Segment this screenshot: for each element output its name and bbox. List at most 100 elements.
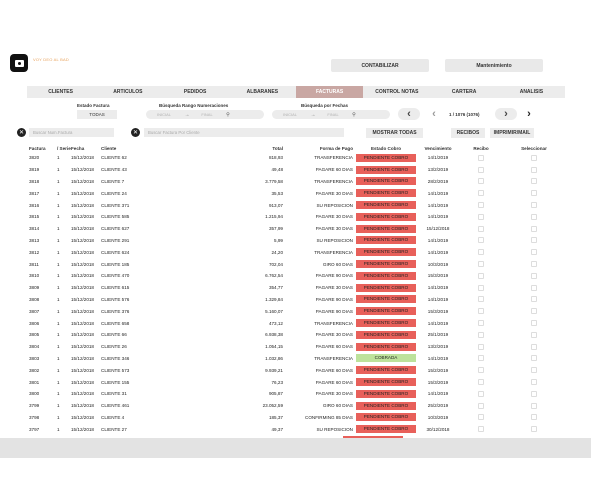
seleccionar-checkbox[interactable] xyxy=(531,367,537,374)
table-row[interactable]: 3815 1 15/12/2018 CLIENTE 585 1.215,94 PAGARE… xyxy=(27,211,565,223)
tab-facturas[interactable]: FACTURAS xyxy=(296,86,364,98)
table-row[interactable]: 3807 1 15/12/2018 CLIENTE 376 5.160,07 PAGARE… xyxy=(27,305,565,317)
search-num-factura-input[interactable]: Buscar Num.Factura xyxy=(29,128,114,137)
table-row[interactable]: 3818 1 15/12/2018 CLIENTE 7 3.779,58 TRANSFER… xyxy=(27,176,565,188)
seleccionar-checkbox[interactable] xyxy=(531,414,537,421)
recibo-checkbox[interactable] xyxy=(478,308,484,315)
table-row[interactable]: 3801 1 15/12/2018 CLIENTE 155 76,23 PAGARE 60… xyxy=(27,376,565,388)
magnifier-icon[interactable]: ⚲ xyxy=(222,112,234,118)
tab-cartera[interactable]: CARTERA xyxy=(431,86,498,98)
recibo-checkbox[interactable] xyxy=(478,154,484,161)
table-row[interactable]: 3802 1 15/12/2018 CLIENTE 573 9.939,21 PAGARE… xyxy=(27,364,565,376)
recibo-checkbox[interactable] xyxy=(478,249,484,256)
mostrar-todas-button[interactable]: MOSTRAR TODAS xyxy=(366,128,423,138)
tab-analisis[interactable]: ANALISIS xyxy=(498,86,565,98)
recibo-checkbox[interactable] xyxy=(478,331,484,338)
seleccionar-checkbox[interactable] xyxy=(531,402,537,409)
table-row[interactable]: 3814 1 15/12/2018 CLIENTE 627 357,99 PAGARE 3… xyxy=(27,223,565,235)
first-page-chevron-left-icon[interactable]: ‹ xyxy=(398,108,420,120)
tab-articulos[interactable]: ARTICULOS xyxy=(94,86,161,98)
seleccionar-checkbox[interactable] xyxy=(531,355,537,362)
seleccionar-checkbox[interactable] xyxy=(531,261,537,268)
seleccionar-checkbox[interactable] xyxy=(531,331,537,338)
seleccionar-checkbox[interactable] xyxy=(531,390,537,397)
table-row[interactable]: 3800 1 15/12/2018 CLIENTE 31 905,87 PAGARE 30… xyxy=(27,388,565,400)
estado-factura-select[interactable]: TODAS xyxy=(77,110,117,119)
table-row[interactable]: 3809 1 15/12/2018 CLIENTE 615 354,77 PAGARE 3… xyxy=(27,282,565,294)
seleccionar-checkbox[interactable] xyxy=(531,154,537,161)
recibo-checkbox[interactable] xyxy=(478,390,484,397)
recibo-checkbox[interactable] xyxy=(478,272,484,279)
prev-page-chevron-left-icon[interactable]: ‹ xyxy=(423,108,445,120)
recibo-checkbox[interactable] xyxy=(478,379,484,386)
search-cliente-input[interactable]: Buscar Factura Por Cliente xyxy=(144,128,344,137)
recibo-checkbox[interactable] xyxy=(478,343,484,350)
seleccionar-checkbox[interactable] xyxy=(531,426,537,433)
seleccionar-checkbox[interactable] xyxy=(531,320,537,327)
recibo-checkbox[interactable] xyxy=(478,213,484,220)
seleccionar-checkbox[interactable] xyxy=(531,202,537,209)
imprimir-mail-button[interactable]: IMPRIMIR/MAIL xyxy=(490,128,534,138)
recibo-checkbox[interactable] xyxy=(478,426,484,433)
table-row[interactable]: 3805 1 15/12/2018 CLIENTE 66 6.938,38 PAGARE … xyxy=(27,329,565,341)
fecha-final-input[interactable]: FINAL xyxy=(318,112,348,117)
mantenimiento-button[interactable]: Mantenimiento xyxy=(445,59,543,72)
rango-final-input[interactable]: FINAL xyxy=(192,112,222,117)
recibo-checkbox[interactable] xyxy=(478,284,484,291)
rango-inicial-input[interactable]: INICIAL xyxy=(146,112,182,117)
table-row[interactable]: 3816 1 15/12/2018 CLIENTE 371 913,07 SU REPOS… xyxy=(27,199,565,211)
recibo-checkbox[interactable] xyxy=(478,237,484,244)
tab-albaranes[interactable]: ALBARANES xyxy=(229,86,296,98)
tab-control-notas[interactable]: CONTROL NOTAS xyxy=(363,86,430,98)
table-row[interactable]: 3798 1 15/12/2018 CLIENTE 4 185,37 CONFIRMING… xyxy=(27,412,565,424)
seleccionar-checkbox[interactable] xyxy=(531,225,537,232)
recibo-checkbox[interactable] xyxy=(478,402,484,409)
seleccionar-checkbox[interactable] xyxy=(531,343,537,350)
recibo-checkbox[interactable] xyxy=(478,225,484,232)
recibos-button[interactable]: RECIBOS xyxy=(451,128,485,138)
table-row[interactable]: 3804 1 15/12/2018 CLIENTE 26 1.054,15 PAGARE … xyxy=(27,341,565,353)
table-row[interactable]: 3813 1 15/12/2018 CLIENTE 291 5,99 SU REPOSIC… xyxy=(27,235,565,247)
table-row[interactable]: 3806 1 15/12/2018 CLIENTE 658 473,12 TRANSFER… xyxy=(27,317,565,329)
clear-cliente-close-circle-icon[interactable]: ✕ xyxy=(131,128,140,137)
recibo-checkbox[interactable] xyxy=(478,355,484,362)
seleccionar-checkbox[interactable] xyxy=(531,166,537,173)
seleccionar-checkbox[interactable] xyxy=(531,178,537,185)
table-row[interactable]: 3811 1 15/12/2018 CLIENTE 185 702,04 GIRO 60 … xyxy=(27,258,565,270)
tab-pedidos[interactable]: PEDIDOS xyxy=(162,86,229,98)
recibo-checkbox[interactable] xyxy=(478,296,484,303)
table-row[interactable]: 3817 1 15/12/2018 CLIENTE 24 35,53 PAGARE 30 … xyxy=(27,187,565,199)
seleccionar-checkbox[interactable] xyxy=(531,296,537,303)
recibo-checkbox[interactable] xyxy=(478,178,484,185)
last-page-chevron-right-icon[interactable]: › xyxy=(518,108,540,120)
recibo-checkbox[interactable] xyxy=(478,320,484,327)
seleccionar-checkbox[interactable] xyxy=(531,284,537,291)
recibo-checkbox[interactable] xyxy=(478,190,484,197)
next-page-chevron-right-icon[interactable]: › xyxy=(495,108,517,120)
table-row[interactable]: 3819 1 15/12/2018 CLIENTE 43 49,48 PAGARE 60 … xyxy=(27,164,565,176)
table-row[interactable]: 3808 1 15/12/2018 CLIENTE 576 1.329,84 PAGARE… xyxy=(27,294,565,306)
table-row[interactable]: 3810 1 15/12/2018 CLIENTE 470 6.762,54 PAGARE… xyxy=(27,270,565,282)
recibo-checkbox[interactable] xyxy=(478,414,484,421)
table-row[interactable]: 3812 1 15/12/2018 CLIENTE 624 24,20 TRANSFERE… xyxy=(27,246,565,258)
seleccionar-checkbox[interactable] xyxy=(531,272,537,279)
seleccionar-checkbox[interactable] xyxy=(531,379,537,386)
seleccionar-checkbox[interactable] xyxy=(531,308,537,315)
seleccionar-checkbox[interactable] xyxy=(531,213,537,220)
magnifier-icon[interactable]: ⚲ xyxy=(348,112,360,118)
seleccionar-checkbox[interactable] xyxy=(531,237,537,244)
table-row[interactable]: 3799 1 15/12/2018 CLIENTE 461 23.052,59 GIRO … xyxy=(27,400,565,412)
seleccionar-checkbox[interactable] xyxy=(531,190,537,197)
table-row[interactable]: 3820 1 15/12/2018 CLIENTE 62 818,93 TRANSFERE… xyxy=(27,152,565,164)
table-row[interactable]: 3803 1 15/12/2018 CLIENTE 346 1.032,86 TRANSF… xyxy=(27,353,565,365)
clear-num-close-circle-icon[interactable]: ✕ xyxy=(17,128,26,137)
recibo-checkbox[interactable] xyxy=(478,202,484,209)
recibo-checkbox[interactable] xyxy=(478,261,484,268)
recibo-checkbox[interactable] xyxy=(478,367,484,374)
fecha-inicial-input[interactable]: INICIAL xyxy=(272,112,308,117)
table-row[interactable]: 3797 1 15/12/2018 CLIENTE 27 49,37 SU REPOSIC… xyxy=(27,423,565,435)
seleccionar-checkbox[interactable] xyxy=(531,249,537,256)
tab-clientes[interactable]: CLIENTES xyxy=(27,86,94,98)
recibo-checkbox[interactable] xyxy=(478,166,484,173)
contabilizar-button[interactable]: CONTABILIZAR xyxy=(331,59,429,72)
